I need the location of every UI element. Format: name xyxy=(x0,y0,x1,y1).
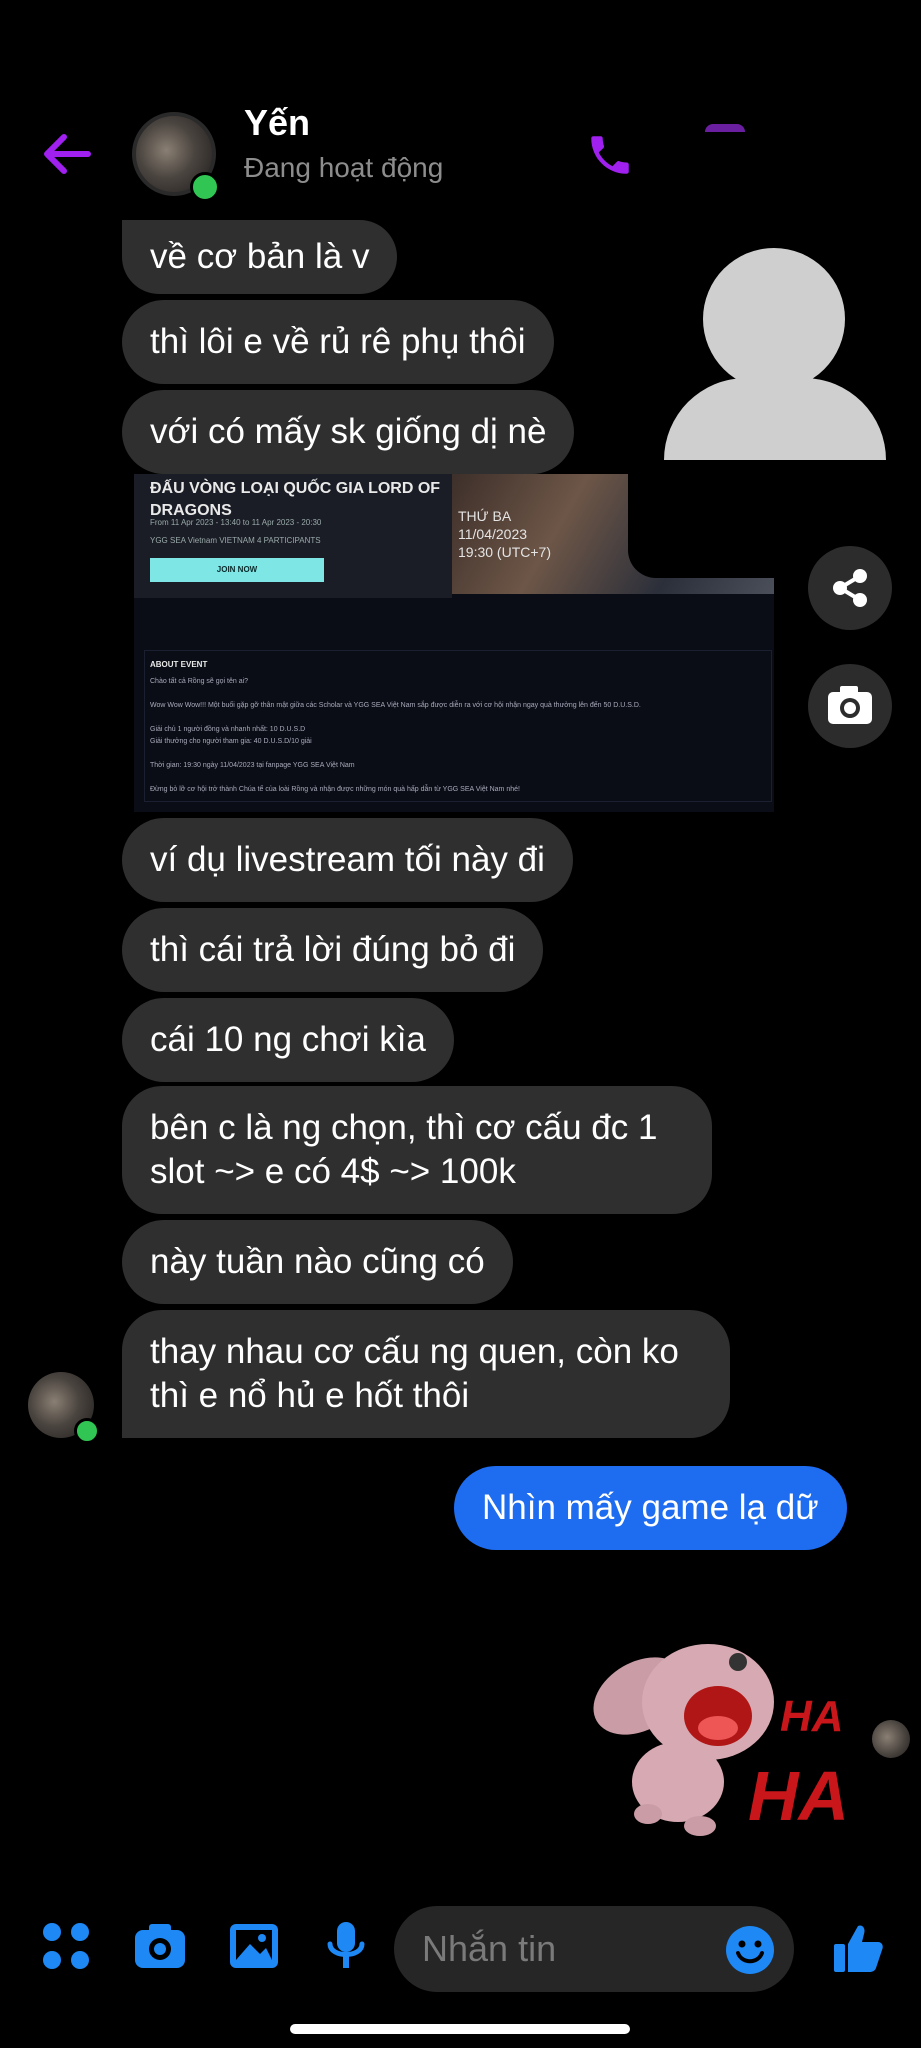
active-status-text: Đang hoạt động xyxy=(244,152,444,183)
message-bubble[interactable]: thay nhau cơ cấu ng quen, còn ko thì e n… xyxy=(122,1310,730,1438)
banner-day: THỨ BA xyxy=(458,508,512,524)
message-bubble[interactable]: về cơ bản là v xyxy=(122,220,398,294)
share-button[interactable] xyxy=(808,546,892,630)
about-line: Chào tất cả Rồng sẽ gọi tên ai? xyxy=(150,678,249,685)
phone-icon[interactable] xyxy=(585,130,635,180)
apps-icon[interactable] xyxy=(38,1918,94,1974)
microphone-icon[interactable] xyxy=(318,1918,374,1974)
banner-time: 19:30 (UTC+7) xyxy=(458,544,551,560)
message-bubble[interactable]: ví dụ livestream tối này đi xyxy=(122,818,573,902)
camera-button[interactable] xyxy=(808,664,892,748)
gallery-icon[interactable] xyxy=(226,1918,282,1974)
about-line: Đừng bỏ lỡ cơ hội trở thành Chúa tể của … xyxy=(150,786,520,793)
share-icon xyxy=(833,569,867,607)
event-title: ĐẤU VÒNG LOẠI QUỐC GIA LORD OF DRAGONS xyxy=(150,480,441,519)
video-call-icon[interactable] xyxy=(705,124,745,132)
message-bubble[interactable]: với có mấy sk giống dị nè xyxy=(122,390,575,474)
message-bubble[interactable]: thì cái trả lời đúng bỏ đi xyxy=(122,908,544,992)
sent-message-bubble[interactable]: Nhìn mấy game lạ dữ xyxy=(454,1466,847,1550)
about-line: Giải chủ 1 người đồng và nhanh nhất: 10 … xyxy=(150,726,306,733)
card-info-panel: ĐẤU VÒNG LOẠI QUỐC GIA LORD OF DRAGONS F… xyxy=(134,474,452,598)
about-line: Thời gian: 19:30 ngày 11/04/2023 tại fan… xyxy=(150,762,355,769)
event-date-range: From 11 Apr 2023 - 13:40 to 11 Apr 2023 … xyxy=(150,518,322,527)
sticker-text: HA xyxy=(780,1692,844,1741)
camera-icon xyxy=(828,686,872,724)
message-bubble[interactable]: cái 10 ng chơi kìa xyxy=(122,998,454,1082)
profile-placeholder-head xyxy=(703,248,845,390)
message-bubble[interactable]: thì lôi e về rủ rê phụ thôi xyxy=(122,300,554,384)
about-line: Giải thưởng cho người tham gia: 40 D.U.S… xyxy=(150,738,312,745)
message-input-placeholder: Nhắn tin xyxy=(422,1928,557,1969)
online-status-dot xyxy=(74,1418,100,1444)
read-receipt-avatar xyxy=(872,1720,910,1758)
camera-icon[interactable] xyxy=(132,1918,188,1974)
thumbs-up-icon[interactable] xyxy=(830,1920,886,1976)
about-line: Wow Wow Wow!!! Một buổi gặp gỡ thân mật … xyxy=(150,702,641,709)
sticker-text: HA xyxy=(748,1757,850,1835)
home-indicator xyxy=(290,2024,630,2034)
event-organizer: YGG SEA Vietnam VIETNAM 4 PARTICIPANTS xyxy=(150,536,321,545)
join-now-button[interactable]: JOIN NOW xyxy=(150,558,324,582)
emoji-icon[interactable] xyxy=(724,1922,780,1978)
about-event-label: ABOUT EVENT xyxy=(150,660,208,669)
banner-date: 11/04/2023 xyxy=(458,526,528,542)
laughing-dog-sticker[interactable]: HA HA xyxy=(578,1606,850,1846)
back-arrow-icon[interactable] xyxy=(38,128,96,180)
online-status-dot xyxy=(190,172,220,202)
contact-name[interactable]: Yến xyxy=(244,102,310,144)
message-bubble[interactable]: bên c là ng chọn, thì cơ cấu đc 1 slot ~… xyxy=(122,1086,712,1214)
message-bubble[interactable]: này tuần nào cũng có xyxy=(122,1220,513,1304)
